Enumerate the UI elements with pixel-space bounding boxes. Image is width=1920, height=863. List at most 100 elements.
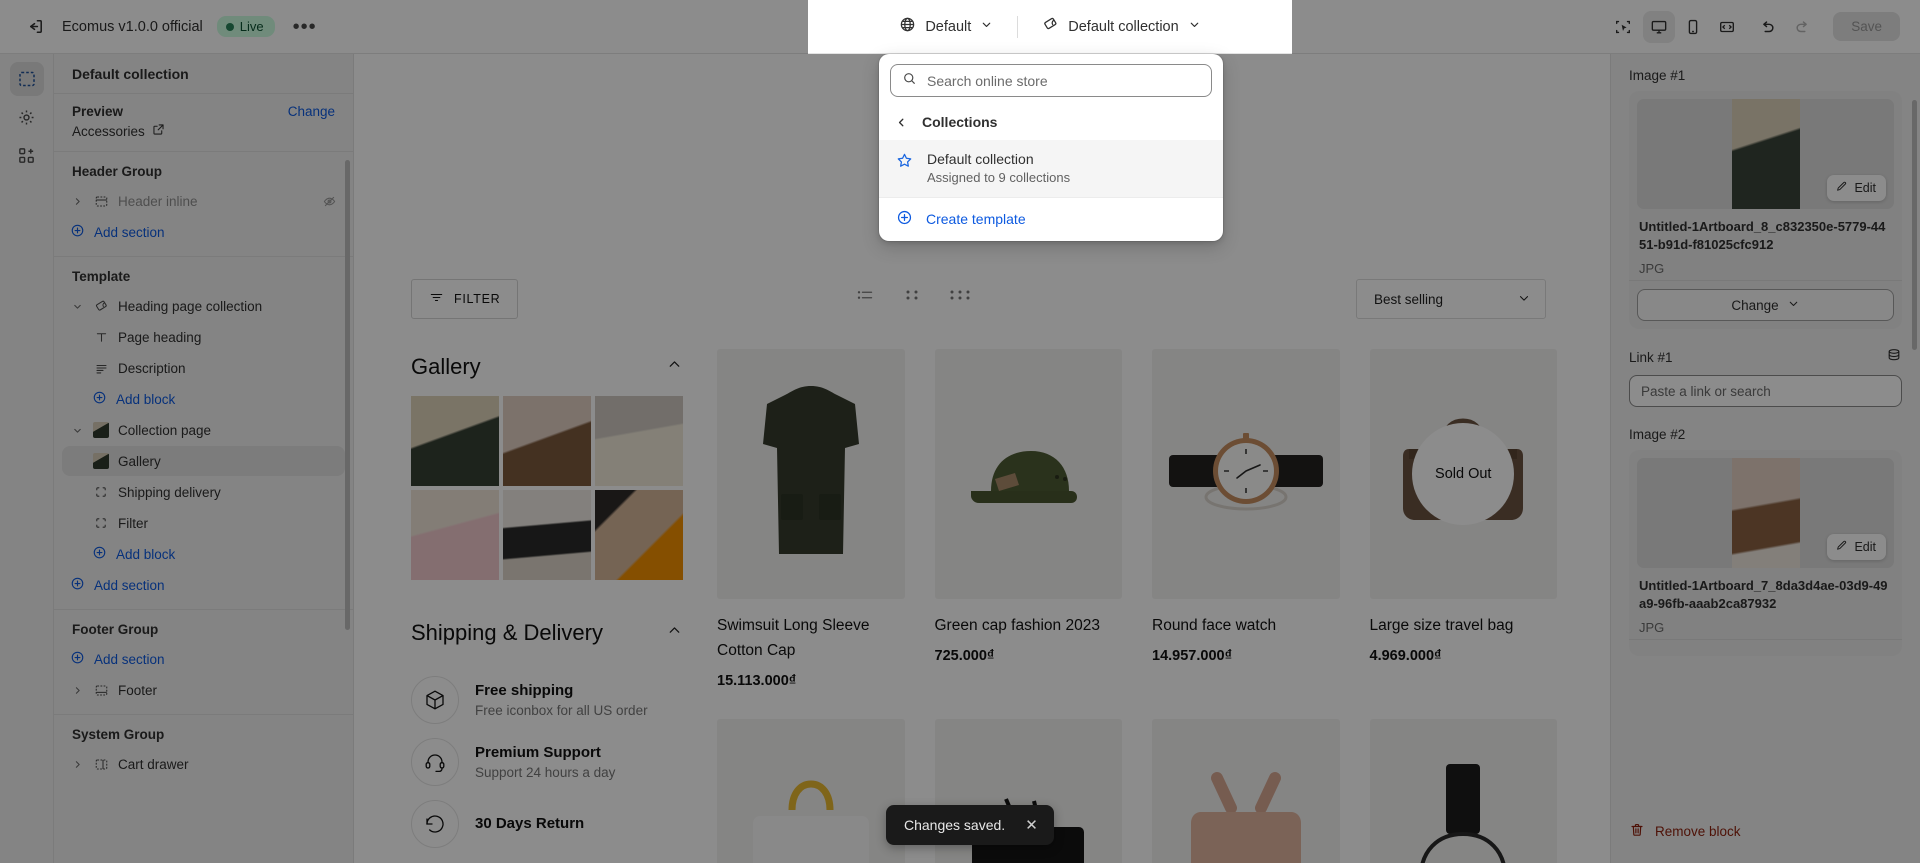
dropdown-item-default-collection[interactable]: Default collection Assigned to 9 collect… xyxy=(879,140,1223,197)
add-block-button-heading[interactable]: Add block xyxy=(62,384,345,414)
database-icon[interactable] xyxy=(1886,347,1902,368)
chevron-left-icon[interactable] xyxy=(895,116,908,129)
sidebar-item-description[interactable]: Description xyxy=(62,353,345,383)
shipping-item-subtitle: Free iconbox for all US order xyxy=(475,702,648,718)
gallery-thumb[interactable] xyxy=(503,489,591,580)
product-card[interactable]: Green cap fashion 2023 725.000₫ xyxy=(934,349,1122,689)
sidebar-item-page-heading[interactable]: Page heading xyxy=(62,322,345,352)
fullwidth-icon[interactable] xyxy=(1711,11,1743,43)
product-card[interactable] xyxy=(717,719,905,863)
more-options-icon[interactable]: ••• xyxy=(289,17,321,37)
product-card[interactable]: Sold Out Large size travel bag 4.969.000… xyxy=(1369,349,1557,689)
sidebar-scrollbar[interactable] xyxy=(345,160,350,630)
sidebar-header: Default collection xyxy=(54,54,353,93)
add-section-button-footer[interactable]: Add section xyxy=(62,644,345,674)
sidebar-item-shipping-delivery[interactable]: Shipping delivery xyxy=(62,477,345,507)
return-icon xyxy=(411,799,459,848)
rightpanel-scrollbar[interactable] xyxy=(1912,100,1917,350)
plus-circle-icon xyxy=(70,576,85,594)
paragraph-icon xyxy=(92,361,110,376)
preview-change-link[interactable]: Change xyxy=(288,104,335,119)
save-button: Save xyxy=(1833,12,1900,41)
header-icon xyxy=(92,194,110,209)
locale-selector-active[interactable]: Default xyxy=(887,9,1005,44)
chevron-right-icon[interactable] xyxy=(70,196,84,207)
exit-icon[interactable] xyxy=(22,14,48,40)
product-card[interactable] xyxy=(1152,719,1340,863)
gallery-thumb[interactable] xyxy=(411,489,499,580)
preview-value-row[interactable]: Accessories xyxy=(72,123,335,139)
sidebar-item-footer[interactable]: Footer xyxy=(62,675,345,705)
top-bar-left: Ecomus v1.0.0 official Live ••• xyxy=(0,14,560,40)
image-1-edit-button[interactable]: Edit xyxy=(1827,175,1886,201)
theme-name: Ecomus v1.0.0 official xyxy=(62,18,203,35)
chevron-right-icon[interactable] xyxy=(70,685,84,696)
product-card[interactable]: Swimsuit Long Sleeve Cotton Cap 15.113.0… xyxy=(717,349,905,689)
link-1-input[interactable] xyxy=(1629,375,1902,407)
product-card[interactable] xyxy=(1369,719,1557,863)
remove-block-button[interactable]: Remove block xyxy=(1629,822,1741,841)
image-2-preview[interactable]: Edit xyxy=(1637,458,1894,568)
rail-settings-gear-icon[interactable] xyxy=(10,100,44,134)
gallery-thumb[interactable] xyxy=(411,396,499,486)
toast-notification: Changes saved. ✕ xyxy=(886,805,1054,845)
image-2-card: Edit Untitled-1Artboard_7_8da3d4ae-03d9-… xyxy=(1629,450,1902,656)
create-template-label: Create template xyxy=(926,211,1026,227)
item-label: Description xyxy=(118,360,186,376)
chevron-up-icon[interactable] xyxy=(666,622,683,644)
product-image xyxy=(717,719,905,863)
product-grid: Swimsuit Long Sleeve Cotton Cap 15.113.0… xyxy=(717,349,1557,863)
image-1-change-button[interactable]: Change xyxy=(1637,289,1894,321)
desktop-icon[interactable] xyxy=(1643,10,1676,43)
grid-3-icon[interactable] xyxy=(949,287,973,308)
grid-2-icon[interactable] xyxy=(905,287,921,308)
chevron-down-icon[interactable] xyxy=(70,301,84,312)
product-image: Sold Out xyxy=(1369,349,1557,599)
chevron-up-icon[interactable] xyxy=(666,356,683,378)
rail-apps-add-icon[interactable] xyxy=(10,138,44,172)
search-input[interactable] xyxy=(927,72,1200,89)
dropdown-search[interactable] xyxy=(890,64,1212,97)
image-2-edit-button[interactable]: Edit xyxy=(1827,534,1886,560)
gallery-thumb[interactable] xyxy=(595,396,683,486)
chevron-down-icon[interactable] xyxy=(70,425,84,436)
sidebar-item-header-inline[interactable]: Header inline xyxy=(62,186,345,216)
section-group-header: Header Group Header inline Add section xyxy=(54,152,353,257)
rail-sections-icon[interactable] xyxy=(9,62,44,96)
add-block-button-collection[interactable]: Add block xyxy=(62,539,345,569)
template-selector-active[interactable]: Default collection xyxy=(1030,9,1212,44)
chevron-right-icon[interactable] xyxy=(70,759,84,770)
shipping-accordion-header[interactable]: Shipping & Delivery xyxy=(411,620,683,662)
sort-dropdown[interactable]: Best selling xyxy=(1356,279,1546,319)
group-label: Header Group xyxy=(72,164,163,179)
gallery-thumb[interactable] xyxy=(503,396,591,486)
sidebar-item-cart-drawer[interactable]: Cart drawer xyxy=(62,749,345,779)
product-card[interactable]: Round face watch 14.957.000₫ xyxy=(1152,349,1340,689)
eye-hidden-icon[interactable] xyxy=(322,194,337,209)
gallery-accordion-header[interactable]: Gallery xyxy=(411,354,683,396)
create-template-button[interactable]: Create template xyxy=(879,198,1223,241)
add-section-button-template[interactable]: Add section xyxy=(62,570,345,600)
filter-button[interactable]: FILTER xyxy=(411,279,519,319)
add-label: Add block xyxy=(116,391,176,407)
shipping-item-title: Free shipping xyxy=(475,681,574,699)
list-view-icon[interactable] xyxy=(857,287,877,308)
sidebar-item-heading-page-collection[interactable]: Heading page collection xyxy=(62,291,345,321)
sidebar-item-filter[interactable]: Filter xyxy=(62,508,345,538)
trash-icon xyxy=(1629,822,1645,841)
product-price: 4.969.000₫ xyxy=(1369,648,1442,664)
collection-side-column: Gallery Shipping & Delivery Free shippin… xyxy=(411,354,683,848)
cursor-select-icon[interactable] xyxy=(1607,11,1639,43)
mobile-icon[interactable] xyxy=(1677,11,1709,43)
undo-icon[interactable] xyxy=(1751,11,1783,43)
group-label: System Group xyxy=(72,727,165,742)
close-icon[interactable]: ✕ xyxy=(1025,818,1038,833)
product-name: Green cap fashion 2023 xyxy=(934,617,1100,634)
gallery-thumb[interactable] xyxy=(595,489,683,580)
sidebar-item-gallery[interactable]: Gallery xyxy=(62,446,345,476)
product-image xyxy=(1152,719,1340,863)
add-section-button-header[interactable]: Add section xyxy=(62,217,345,247)
sidebar-item-collection-page[interactable]: Collection page xyxy=(62,415,345,445)
group-label: Footer Group xyxy=(72,622,159,637)
image-1-preview[interactable]: Edit xyxy=(1637,99,1894,209)
